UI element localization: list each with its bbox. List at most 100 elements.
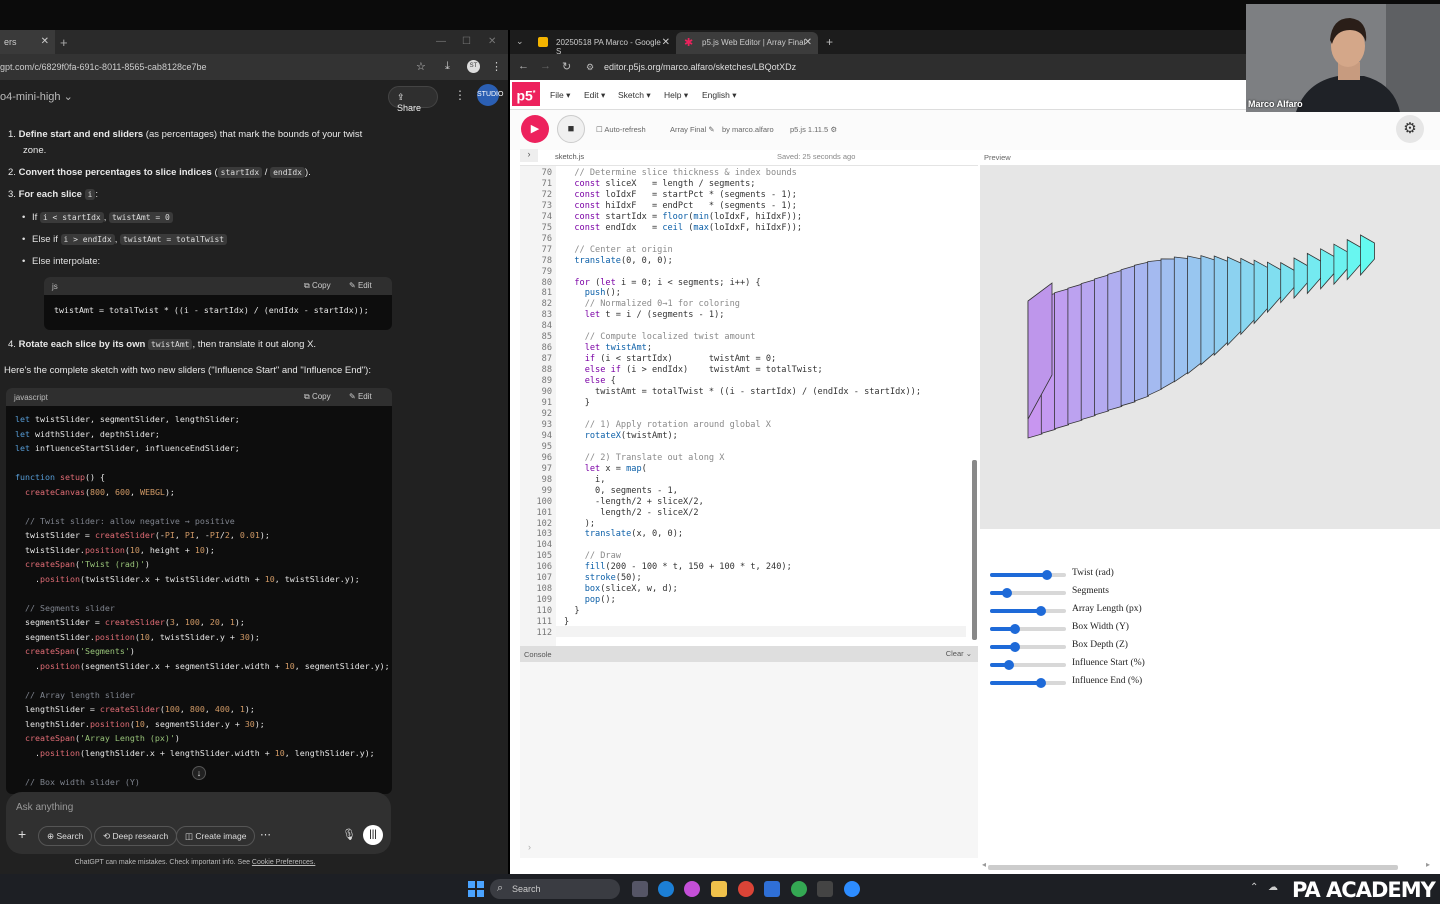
sketch-name[interactable]: Array Final ✎ xyxy=(670,125,715,134)
copy-button[interactable]: ⧉ Copy xyxy=(304,281,331,291)
tab-list-icon[interactable]: ⌄ xyxy=(516,36,524,47)
cloud-icon[interactable]: ☁ xyxy=(1268,882,1278,893)
slider-thumb[interactable] xyxy=(1035,606,1046,616)
taskbar-search[interactable]: ⌕ Search xyxy=(490,879,620,899)
more-tools-icon[interactable]: ⋯ xyxy=(260,828,271,841)
editor-scrollbar[interactable] xyxy=(972,460,977,640)
chrome-profile-icon[interactable] xyxy=(791,881,807,897)
minimize-icon[interactable]: — xyxy=(436,36,446,47)
google-sheets-tab[interactable]: 20250518 PA Marco - Google S ✕ xyxy=(530,32,676,56)
create-image-button[interactable]: ◫ Create image xyxy=(176,826,256,846)
scroll-down-icon[interactable]: ↓ xyxy=(192,766,206,780)
preview-horizontal-scrollbar[interactable] xyxy=(988,865,1398,870)
reload-icon[interactable]: ↻ xyxy=(562,60,571,73)
site-info-icon[interactable]: ⚙ xyxy=(586,62,594,73)
back-icon[interactable]: ← xyxy=(518,60,529,72)
app-icon[interactable] xyxy=(817,881,833,897)
editor-code[interactable]: // Determine slice thickness & index bou… xyxy=(564,168,921,628)
url-field[interactable]: editor.p5js.org/marco.alfaro/sketches/LB… xyxy=(604,62,796,72)
copy-button[interactable]: ⧉ Copy xyxy=(304,392,331,402)
star-icon[interactable]: ☆ xyxy=(416,60,426,73)
close-icon[interactable]: ✕ xyxy=(662,37,670,48)
slider-thumb[interactable] xyxy=(1042,570,1052,580)
close-icon[interactable]: ✕ xyxy=(41,36,49,47)
clear-console-button[interactable]: Clear ⌄ xyxy=(946,649,972,658)
edit-button[interactable]: ✎ Edit xyxy=(349,281,372,290)
edge-icon[interactable] xyxy=(658,881,674,897)
slider-thumb[interactable] xyxy=(1010,624,1021,634)
slider-thumb[interactable] xyxy=(1035,678,1046,688)
cookie-preferences-link[interactable]: Cookie Preferences. xyxy=(252,859,315,866)
array-slice xyxy=(1094,274,1109,416)
expand-files-icon[interactable]: › xyxy=(520,149,538,162)
start-icon[interactable] xyxy=(468,881,484,897)
menu-sketch[interactable]: Sketch ▾ xyxy=(618,90,651,101)
chat-input-box[interactable]: Ask anything + ⊕ Search ⟲ Deep research … xyxy=(6,792,391,854)
new-tab-icon[interactable]: + xyxy=(60,35,68,50)
deep-research-button[interactable]: ⟲ Deep research xyxy=(94,826,178,846)
play-button[interactable]: ▶ xyxy=(521,115,549,143)
file-explorer-icon[interactable] xyxy=(711,881,727,897)
presenter-video xyxy=(1246,4,1440,112)
code-editor[interactable]: 70 71 72 73 74 75 76 77 78 79 80 81 82 8… xyxy=(520,165,978,646)
maximize-icon[interactable]: ☐ xyxy=(462,36,471,47)
search-button[interactable]: ⊕ Search xyxy=(38,826,93,846)
array-slice xyxy=(1253,259,1269,325)
file-name[interactable]: sketch.js xyxy=(555,152,584,161)
menu-edit[interactable]: Edit ▾ xyxy=(584,90,605,101)
menu-language[interactable]: English ▾ xyxy=(702,90,737,101)
model-name: o4-mini-high xyxy=(0,91,61,103)
edit-button[interactable]: ✎ Edit xyxy=(349,392,372,401)
p5-editor-tab[interactable]: ✱ p5.js Web Editor | Array Final ✕ xyxy=(676,32,818,54)
forward-icon[interactable]: → xyxy=(540,60,551,72)
model-selector[interactable]: o4-mini-high ⌄ xyxy=(0,90,73,103)
tray-chevron-icon[interactable]: ⌃ xyxy=(1250,882,1258,893)
microphone-icon[interactable]: 🎙 xyxy=(342,828,356,841)
scroll-right-icon[interactable]: ▸ xyxy=(1426,860,1430,869)
zoom-icon[interactable] xyxy=(844,881,860,897)
p5-logo[interactable]: p5* xyxy=(512,82,540,106)
settings-gear-icon[interactable]: ⚙ xyxy=(1396,115,1424,143)
slider-segments[interactable] xyxy=(990,588,1066,598)
url-field[interactable]: gpt.com/c/6829f0fa-691c-8011-8565-cab812… xyxy=(0,62,206,72)
task-view-icon[interactable] xyxy=(632,881,648,897)
chatgpt-tab[interactable]: ers ✕ xyxy=(0,30,55,54)
sketch-canvas[interactable] xyxy=(980,165,1440,529)
chrome-icon[interactable] xyxy=(738,881,754,897)
slider-influence-start[interactable] xyxy=(990,660,1066,670)
docs-icon[interactable] xyxy=(764,881,780,897)
slider-thumb[interactable] xyxy=(1010,642,1021,652)
menu-file[interactable]: File ▾ xyxy=(550,90,570,101)
slider-fill xyxy=(990,609,1041,613)
slider-array-length-px[interactable] xyxy=(990,606,1066,616)
code-header: javascript ⧉ Copy ✎ Edit xyxy=(6,388,392,406)
slider-thumb[interactable] xyxy=(1001,588,1012,598)
author-link[interactable]: marco.alfaro xyxy=(732,125,774,134)
plus-icon[interactable]: + xyxy=(18,826,26,842)
profile-icon[interactable]: ST xyxy=(467,60,480,73)
avatar[interactable]: STUDIO xyxy=(477,84,503,106)
slider-label: Box Width (Y) xyxy=(1072,622,1129,632)
p5-version[interactable]: p5.js 1.11.5 ⚙ xyxy=(790,125,837,134)
slider-box-depth-z[interactable] xyxy=(990,642,1066,652)
slider-thumb[interactable] xyxy=(1004,660,1014,670)
slider-twist-rad[interactable] xyxy=(990,570,1066,580)
voice-mode-icon[interactable]: ||| xyxy=(363,825,383,845)
new-tab-icon[interactable]: + xyxy=(826,35,833,49)
array-slice xyxy=(1173,256,1189,383)
copilot-icon[interactable] xyxy=(684,881,700,897)
more-options-icon[interactable]: ⋮ xyxy=(454,88,466,102)
sketch-author: by marco.alfaro xyxy=(722,125,774,134)
array-slice xyxy=(1240,257,1256,336)
share-button[interactable]: ⇪ Share xyxy=(388,86,438,113)
stop-button[interactable]: ■ xyxy=(557,115,585,143)
slider-box-width-y[interactable] xyxy=(990,624,1066,634)
slider-influence-end[interactable] xyxy=(990,678,1066,688)
auto-refresh-toggle[interactable]: ☐ Auto-refresh xyxy=(596,125,646,134)
close-icon[interactable]: ✕ xyxy=(804,37,812,48)
scroll-left-icon[interactable]: ◂ xyxy=(982,860,986,869)
close-window-icon[interactable]: ✕ xyxy=(488,36,496,47)
download-icon[interactable]: ⤓ xyxy=(445,60,450,73)
menu-help[interactable]: Help ▾ xyxy=(664,90,688,101)
menu-icon[interactable]: ⋮ xyxy=(491,60,502,73)
